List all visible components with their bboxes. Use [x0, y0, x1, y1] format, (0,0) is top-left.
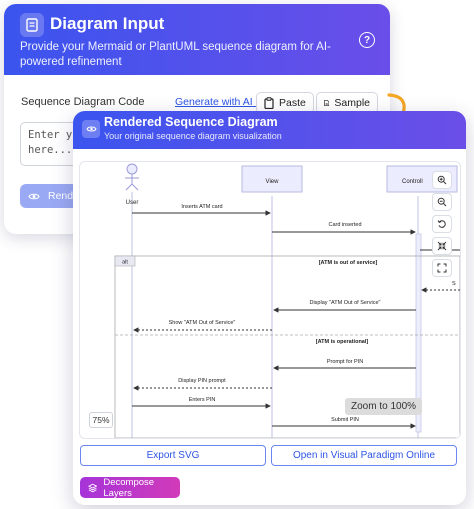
- collapse-icon[interactable]: [432, 237, 452, 255]
- sequence-diagram: User View Controll Inserts ATM card Card…: [114, 163, 460, 438]
- guard-operational: [ATM is operational]: [316, 339, 369, 345]
- participant-view: View: [266, 179, 280, 185]
- clipboard-icon: [264, 97, 274, 109]
- input-panel-header: Diagram Input Provide your Mermaid or Pl…: [4, 4, 390, 75]
- cut-message-label: S: [452, 281, 456, 287]
- code-label: Sequence Diagram Code: [21, 96, 145, 108]
- message-enters-pin: Enters PIN: [189, 397, 216, 403]
- eye-icon: [82, 120, 100, 138]
- zoom-out-icon[interactable]: [432, 193, 452, 211]
- open-visual-paradigm-button[interactable]: Open in Visual Paradigm Online: [271, 445, 457, 466]
- generate-link-label: Generate with AI: [175, 96, 253, 108]
- generate-with-ai-link[interactable]: Generate with AI ↗: [175, 96, 264, 108]
- export-svg-button[interactable]: Export SVG: [80, 445, 266, 466]
- output-panel-title: Rendered Sequence Diagram: [104, 115, 278, 129]
- input-panel-title: Diagram Input: [50, 14, 165, 33]
- decompose-label: Decompose Layers: [103, 476, 155, 499]
- message-card-inserted: Card inserted: [328, 222, 361, 228]
- layers-icon: [88, 483, 98, 492]
- message-show-out-of-service: Show "ATM Out of Service": [169, 320, 236, 326]
- message-prompt-for-pin: Prompt for PIN: [327, 359, 363, 365]
- message-display-out-of-service: Display "ATM Out of Service": [309, 300, 380, 306]
- input-panel-subtitle: Provide your Mermaid or PlantUML sequenc…: [20, 41, 331, 68]
- actor-user: [125, 163, 139, 191]
- output-panel-subtitle: Your original sequence diagram visualiza…: [104, 131, 282, 141]
- message-submit-pin: Submit PIN: [331, 417, 359, 423]
- fullscreen-icon[interactable]: [432, 259, 452, 277]
- file-icon: [324, 99, 330, 107]
- zoom-in-icon[interactable]: [432, 171, 452, 189]
- guard-out-of-service: [ATM is out of service]: [319, 260, 378, 266]
- reset-icon[interactable]: [432, 215, 452, 233]
- eye-icon: [28, 193, 40, 199]
- zoom-level-indicator[interactable]: 75%: [89, 412, 113, 428]
- diagram-canvas[interactable]: User View Controll Inserts ATM card Card…: [79, 161, 461, 439]
- alt-keyword: alt: [122, 260, 128, 266]
- rendered-diagram-panel: Rendered Sequence Diagram Your original …: [73, 111, 466, 505]
- participant-controller: Controll: [402, 179, 423, 185]
- message-display-pin-prompt: Display PIN prompt: [178, 378, 226, 384]
- paste-label: Paste: [279, 97, 306, 109]
- visual-paradigm-label: Open in Visual Paradigm Online: [292, 450, 436, 461]
- message-inserts-atm-card: Inserts ATM card: [181, 204, 222, 210]
- zoom-tooltip: Zoom to 100%: [345, 398, 423, 415]
- participant-user: User: [126, 200, 139, 206]
- document-icon: [20, 13, 44, 37]
- help-icon[interactable]: ?: [359, 32, 375, 48]
- export-svg-label: Export SVG: [146, 450, 200, 461]
- diagram-code-input[interactable]: Enter your here...: [20, 122, 91, 166]
- decompose-layers-button[interactable]: Decompose Layers: [80, 476, 180, 499]
- sample-label: Sample: [334, 97, 370, 109]
- output-panel-header: Rendered Sequence Diagram Your original …: [73, 111, 466, 149]
